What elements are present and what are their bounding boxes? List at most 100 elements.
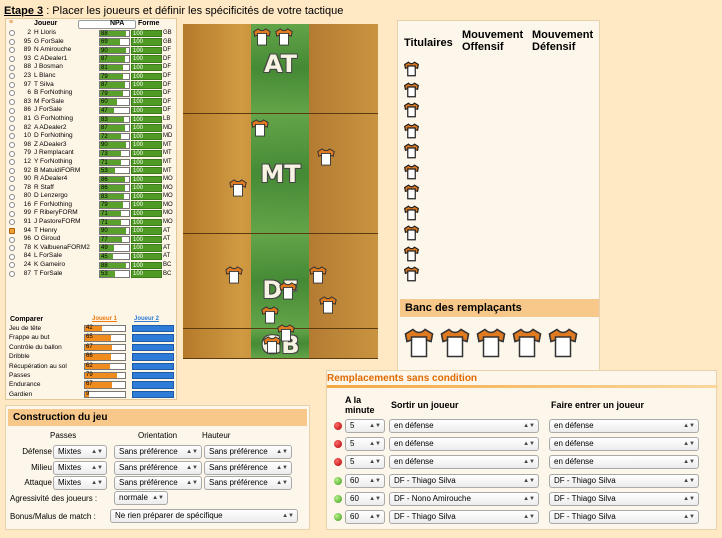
titulaire-slot[interactable]	[404, 81, 419, 98]
player-row[interactable]: 78 R Staff 86 100 MO	[6, 184, 176, 193]
player-in-select[interactable]: en défense ▲▼	[549, 437, 699, 452]
player-select-radio[interactable]	[9, 73, 15, 80]
titulaire-slot[interactable]	[404, 61, 419, 77]
titulaire-slot[interactable]	[404, 102, 419, 118]
tactics-field[interactable]: AT MT DF GB	[183, 24, 378, 359]
player-row[interactable]: 6B ForNothing 79 100 DF	[6, 89, 176, 98]
minute-select[interactable]: 60 ▲▼	[345, 491, 385, 506]
player-out-select[interactable]: DF - Thiago Silva ▲▼	[389, 473, 539, 488]
player-row[interactable]: 93 C ADealer1 87 100 DF	[6, 55, 176, 64]
player-select-radio[interactable]	[9, 47, 15, 54]
player-select-radio[interactable]	[9, 253, 15, 260]
player-select-radio[interactable]	[9, 38, 15, 45]
field-player-shirt[interactable]	[317, 148, 335, 166]
player-row[interactable]: 84 L ForSale 45 100 AT	[6, 252, 176, 261]
bench-slot[interactable]	[512, 327, 542, 359]
player-in-select[interactable]: DF - Thiago Silva ▲▼	[549, 510, 699, 524]
field-player-shirt[interactable]	[319, 296, 337, 314]
player-row[interactable]: 99 F RiberyFORM 71 100 MO	[6, 209, 176, 218]
titulaire-slot[interactable]	[404, 184, 419, 200]
sort-icon[interactable]: ≡	[9, 19, 13, 26]
player-row[interactable]: 88 J Bosman 81 100 DF	[6, 63, 176, 72]
player-row[interactable]: 80 D Lenzergo 83 100 MO	[6, 192, 176, 201]
passes-select[interactable]: Mixtes ▲▼	[53, 460, 107, 475]
titulaire-slot[interactable]	[404, 266, 419, 282]
player-row[interactable]: 86 J ForSale 47 100 DF	[6, 106, 176, 115]
player-select-radio[interactable]	[9, 262, 15, 269]
player-row[interactable]: 24 K Gameiro 88 100 BC	[6, 261, 176, 270]
player-select-radio[interactable]	[9, 176, 15, 183]
player-select-radio[interactable]	[9, 210, 15, 217]
field-player-shirt[interactable]	[309, 266, 327, 284]
player-row[interactable]: 10 D ForNothing 72 100 MD	[6, 132, 176, 141]
titulaire-slot[interactable]	[404, 163, 419, 180]
player-select-radio[interactable]	[9, 124, 15, 131]
player-select-radio[interactable]	[9, 245, 15, 252]
player-row[interactable]: 81 G ForNothing 83 100 LB	[6, 115, 176, 124]
player-filter-input[interactable]	[78, 20, 136, 29]
header-npa[interactable]: NPA	[110, 20, 124, 27]
orientation-select[interactable]: Sans préférence ▲▼	[114, 445, 202, 459]
titulaire-slot[interactable]	[404, 245, 419, 262]
titulaire-slot[interactable]	[404, 143, 419, 159]
header-joueur[interactable]: Joueur	[34, 20, 57, 27]
player-row[interactable]: 92 B MatuidiFORM 53 100 MT	[6, 167, 176, 176]
bench-slot[interactable]	[404, 327, 434, 359]
player-select-radio[interactable]	[9, 107, 15, 114]
zone-mt[interactable]: MT	[183, 114, 378, 234]
minute-select[interactable]: 5 ▲▼	[345, 455, 385, 470]
player-row[interactable]: 16 F ForNothing 79 100 MO	[6, 201, 176, 210]
passes-select[interactable]: Mixtes ▲▼	[53, 445, 107, 459]
player-in-select[interactable]: DF - Thiago Silva ▲▼	[549, 473, 699, 488]
field-player-shirt[interactable]	[263, 336, 281, 354]
field-player-shirt[interactable]	[229, 179, 247, 197]
player-row[interactable]: 2H Lloris 88 100 GB	[6, 29, 176, 38]
player-row[interactable]: 97 T Silva 87 100 DF	[6, 81, 176, 90]
player-row[interactable]: 96 O Giroud 77 100 AT	[6, 235, 176, 244]
player-out-select[interactable]: en défense ▲▼	[389, 419, 539, 433]
titulaire-slot[interactable]	[404, 122, 419, 139]
player-select-radio[interactable]	[9, 219, 15, 226]
player-row[interactable]: 94 T Henry 90 100 AT	[6, 227, 176, 236]
header-forme[interactable]: Forme	[138, 20, 159, 27]
player-in-select[interactable]: en défense ▲▼	[549, 455, 699, 470]
player-out-select[interactable]: en défense ▲▼	[389, 437, 539, 452]
player-row[interactable]: 87 T ForSale 53 100 BC	[6, 270, 176, 279]
player-select-radio[interactable]	[9, 99, 15, 106]
player-select-radio[interactable]	[9, 159, 15, 166]
player-out-select[interactable]: en défense ▲▼	[389, 455, 539, 470]
passes-select[interactable]: Mixtes ▲▼	[53, 476, 107, 491]
player-select-radio[interactable]	[9, 56, 15, 63]
player-select-radio[interactable]	[9, 116, 15, 123]
player-row[interactable]: 23 L Blanc 79 100 DF	[6, 72, 176, 81]
player-out-select[interactable]: DF - Thiago Silva ▲▼	[389, 510, 539, 524]
player-row[interactable]: 83 M ForSale 60 100 DF	[6, 98, 176, 107]
player-select-radio[interactable]	[9, 227, 15, 234]
bench-slot[interactable]	[548, 327, 578, 359]
titulaire-slot[interactable]	[404, 225, 419, 241]
hauteur-select[interactable]: Sans préférence ▲▼	[204, 460, 292, 475]
player-row[interactable]: 12 Y ForNothing 71 100 MT	[6, 158, 176, 167]
hauteur-select[interactable]: Sans préférence ▲▼	[204, 445, 292, 459]
player-row[interactable]: 78 K ValbuenaFORM2 49 100 AT	[6, 244, 176, 253]
field-player-shirt[interactable]	[253, 28, 271, 46]
player-select-radio[interactable]	[9, 202, 15, 209]
field-player-shirt[interactable]	[251, 119, 269, 137]
player-select-radio[interactable]	[9, 184, 15, 191]
player-row[interactable]: 79 J Remplacant 73 100 MT	[6, 149, 176, 158]
field-player-shirt[interactable]	[279, 282, 297, 300]
aggressivity-select[interactable]: normale ▲▼	[114, 491, 168, 505]
orientation-select[interactable]: Sans préférence ▲▼	[114, 460, 202, 475]
bonus-malus-select[interactable]: Ne rien préparer de spécifique ▲▼	[110, 509, 298, 523]
orientation-select[interactable]: Sans préférence ▲▼	[114, 476, 202, 491]
field-player-shirt[interactable]	[275, 28, 293, 46]
player-select-radio[interactable]	[9, 236, 15, 243]
player-select-radio[interactable]	[9, 150, 15, 157]
player-row[interactable]: 91 J PastoreFORM 71 100 MO	[6, 218, 176, 227]
player-row[interactable]: 82 A ADealer2 87 100 MD	[6, 124, 176, 133]
bench-slot[interactable]	[440, 327, 470, 359]
player-select-radio[interactable]	[9, 81, 15, 88]
player-select-radio[interactable]	[9, 270, 15, 277]
minute-select[interactable]: 60 ▲▼	[345, 473, 385, 488]
minute-select[interactable]: 5 ▲▼	[345, 419, 385, 433]
